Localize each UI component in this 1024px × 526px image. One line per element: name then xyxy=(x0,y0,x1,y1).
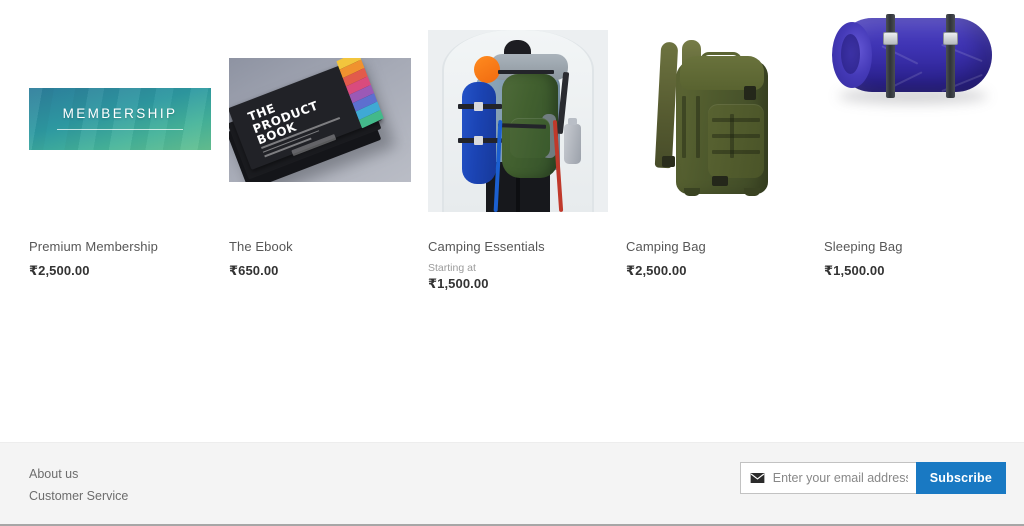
storefront-page: MEMBERSHIP Premium Membership ₹2,500.00 xyxy=(0,0,1024,526)
footer-link-about-us[interactable]: About us xyxy=(29,463,128,485)
orange-gear-item xyxy=(474,56,500,83)
molle-webbing xyxy=(712,118,760,122)
sleeping-bag-buckle xyxy=(883,32,898,45)
molle-webbing xyxy=(696,96,700,158)
product-price: ₹1,500.00 xyxy=(824,263,885,278)
membership-banner-rule xyxy=(57,129,183,130)
price-block: ₹650.00 xyxy=(229,262,419,279)
backpack-front-pocket xyxy=(708,104,764,178)
strap-buckle xyxy=(474,136,483,145)
product-name[interactable]: Camping Essentials xyxy=(428,238,618,255)
product-info-camping-essentials: Camping Essentials Starting at ₹1,500.00 xyxy=(428,238,618,292)
backpack-shoulder-strap-left xyxy=(654,41,679,169)
backpack-bottom-buckle xyxy=(662,156,675,167)
backpack-strap xyxy=(498,70,554,74)
product-image-the-ebook[interactable]: THE PRODUCT BOOK xyxy=(229,0,411,212)
footer-link-list: About us Customer Service xyxy=(29,463,128,507)
newsletter-signup-form[interactable]: Subscribe xyxy=(739,462,1006,494)
price-block: ₹1,500.00 xyxy=(824,262,1014,279)
sleeping-bag-buckle xyxy=(943,32,958,45)
molle-webbing xyxy=(730,114,734,158)
newsletter-email-field-wrapper[interactable] xyxy=(739,462,916,494)
newsletter-email-input[interactable] xyxy=(740,463,916,493)
backpack-clip xyxy=(744,86,756,100)
product-image-sleeping-bag[interactable] xyxy=(824,0,1006,212)
hiker-with-backpack-photo xyxy=(428,30,608,212)
tactical-backpack-photo xyxy=(626,30,808,212)
sleeping-bag-photo xyxy=(824,0,1006,124)
book-stack: THE PRODUCT BOOK xyxy=(229,58,395,182)
product-info-premium-membership: Premium Membership ₹2,500.00 xyxy=(29,238,219,279)
product-price: ₹2,500.00 xyxy=(626,263,687,278)
backpack-foot xyxy=(744,188,760,196)
sleeping-bag-strap xyxy=(886,14,895,98)
product-image-premium-membership[interactable]: MEMBERSHIP xyxy=(29,0,211,212)
price-block: Starting at ₹1,500.00 xyxy=(428,262,618,292)
strap-buckle xyxy=(474,102,483,111)
product-grid: MEMBERSHIP Premium Membership ₹2,500.00 xyxy=(0,0,1024,442)
product-info-sleeping-bag: Sleeping Bag ₹1,500.00 xyxy=(824,238,1014,279)
product-price: ₹2,500.00 xyxy=(29,263,90,278)
envelope-icon xyxy=(750,472,765,484)
product-name[interactable]: Sleeping Bag xyxy=(824,238,1014,255)
product-book-photo: THE PRODUCT BOOK xyxy=(229,58,411,182)
product-price: ₹650.00 xyxy=(229,263,279,278)
backpack-clip xyxy=(712,176,728,186)
molle-webbing xyxy=(712,150,760,154)
product-price: ₹1,500.00 xyxy=(428,276,489,291)
newsletter-subscribe-button[interactable]: Subscribe xyxy=(915,462,1006,494)
blue-sleeping-pad xyxy=(462,82,496,184)
membership-banner-text: MEMBERSHIP xyxy=(62,106,178,121)
product-info-the-ebook: The Ebook ₹650.00 xyxy=(229,238,419,279)
footer-link-customer-service[interactable]: Customer Service xyxy=(29,485,128,507)
starting-at-label: Starting at xyxy=(428,262,476,274)
product-name[interactable]: Camping Bag xyxy=(626,238,816,255)
product-image-camping-essentials[interactable] xyxy=(428,0,610,212)
sleeping-bag-roll-core xyxy=(841,34,860,74)
product-name[interactable]: Premium Membership xyxy=(29,238,219,255)
sleeping-bag-strap xyxy=(946,14,955,98)
product-image-camping-bag[interactable] xyxy=(626,0,808,212)
product-info-camping-bag: Camping Bag ₹2,500.00 xyxy=(626,238,816,279)
price-block: ₹2,500.00 xyxy=(626,262,816,279)
product-name[interactable]: The Ebook xyxy=(229,238,419,255)
page-footer: About us Customer Service Subscribe xyxy=(0,442,1024,526)
molle-webbing xyxy=(682,96,686,158)
molle-webbing xyxy=(712,134,760,138)
water-bottle xyxy=(564,118,581,164)
price-block: ₹2,500.00 xyxy=(29,262,219,279)
backpack-foot xyxy=(684,188,700,196)
backpack-top-lid xyxy=(680,56,764,90)
membership-banner-image: MEMBERSHIP xyxy=(29,88,211,150)
